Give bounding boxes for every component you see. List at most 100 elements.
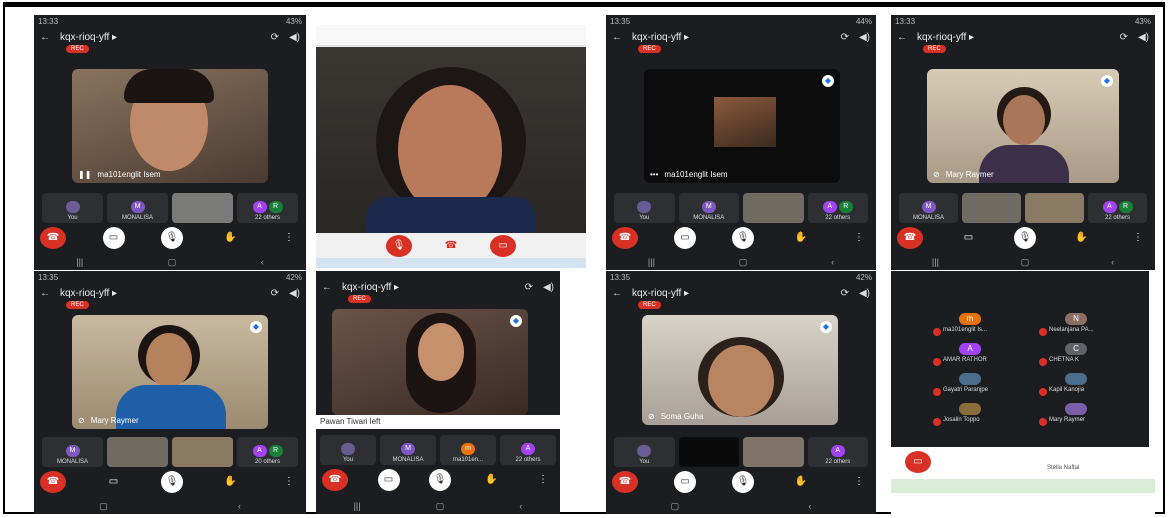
raise-hand-button[interactable]: ✋ xyxy=(220,471,242,493)
back-icon[interactable]: ‹ xyxy=(831,257,834,267)
thumb-monalisa[interactable]: M MONALISA xyxy=(42,437,103,467)
camera-off-button[interactable]: ▭ xyxy=(377,469,400,491)
thumb-monalisa[interactable]: M MONALISA xyxy=(380,435,436,465)
thumb-others[interactable]: A R 22 others xyxy=(807,193,868,223)
back-arrow-icon[interactable]: ← xyxy=(40,32,50,43)
mic-off-button[interactable]: 🎙 xyxy=(732,227,754,249)
camera-off-button[interactable]: ▭ xyxy=(674,471,696,493)
meeting-code[interactable]: kqx-rioq-yff ▸ xyxy=(917,32,1110,43)
recents-icon[interactable]: ||| xyxy=(354,501,361,511)
back-arrow-icon[interactable]: ← xyxy=(612,288,622,299)
pin-icon[interactable]: ◆ xyxy=(820,321,832,333)
meeting-code[interactable]: kqx-rioq-yff ▸ xyxy=(60,288,261,299)
switch-camera-icon[interactable]: ⟳ xyxy=(525,282,533,293)
end-call-button[interactable]: ☎ xyxy=(612,471,638,493)
speaker-icon[interactable]: ◀) xyxy=(289,32,300,43)
raise-hand-button[interactable]: ✋ xyxy=(1071,227,1093,249)
participant-tile[interactable]: Mary Raymer xyxy=(1035,403,1135,431)
mic-off-button[interactable]: 🎙 xyxy=(386,235,412,257)
home-icon[interactable]: ▢ xyxy=(1021,257,1030,268)
thumb-video[interactable] xyxy=(172,193,233,223)
meeting-code[interactable]: kqx-rioq-yff ▸ xyxy=(632,32,831,43)
main-video[interactable] xyxy=(316,47,586,233)
thumb-video[interactable] xyxy=(172,437,233,467)
home-icon[interactable]: ▢ xyxy=(671,501,680,512)
meeting-code[interactable]: kqx-rioq-yff ▸ xyxy=(342,282,515,293)
participant-tile[interactable]: C CHETNA K xyxy=(1035,343,1135,371)
end-call-button[interactable]: ☎ xyxy=(440,235,462,257)
main-video[interactable]: ◆ ⊘ Mary Raymer xyxy=(927,69,1119,183)
thumb-video[interactable] xyxy=(743,193,804,223)
raise-hand-button[interactable]: ✋ xyxy=(790,227,812,249)
home-icon[interactable]: ▢ xyxy=(436,501,445,512)
raise-hand-button[interactable]: ✋ xyxy=(790,471,812,493)
thumb-video[interactable] xyxy=(1025,193,1084,223)
participant-tile[interactable]: N Neelanjana PA... xyxy=(1035,313,1135,341)
end-call-button[interactable]: ☎ xyxy=(897,227,923,249)
switch-camera-icon[interactable]: ⟳ xyxy=(1120,32,1128,43)
back-arrow-icon[interactable]: ← xyxy=(897,32,907,43)
speaker-icon[interactable]: ◀) xyxy=(543,282,554,293)
thumb-video[interactable] xyxy=(962,193,1021,223)
thumb-video[interactable] xyxy=(743,437,804,467)
thumb-monalisa[interactable]: M MONALISA xyxy=(899,193,958,223)
back-arrow-icon[interactable]: ← xyxy=(612,32,622,43)
mic-off-button[interactable]: 🎙 xyxy=(429,469,451,491)
thumb-video[interactable] xyxy=(107,437,168,467)
mic-off-button[interactable]: 🎙 xyxy=(1014,227,1036,249)
back-arrow-icon[interactable]: ← xyxy=(322,282,332,293)
camera-button[interactable]: ▭ xyxy=(958,227,980,249)
switch-camera-icon[interactable]: ⟳ xyxy=(271,32,279,43)
thumb-others[interactable]: A R 22 others xyxy=(1088,193,1147,223)
more-options-icon[interactable]: ⋮ xyxy=(532,469,554,491)
thumb-you[interactable]: You xyxy=(614,437,675,467)
pin-icon[interactable]: ◆ xyxy=(1101,75,1113,87)
meeting-code[interactable]: kqx-rioq-yff ▸ xyxy=(60,32,261,43)
main-video[interactable]: ◆ ⊘ Mary Raymer xyxy=(72,315,268,429)
participant-tile[interactable]: Josalin Toppo xyxy=(929,403,1029,431)
home-icon[interactable]: ▢ xyxy=(168,257,177,268)
participant-tile[interactable]: Gayatri Paranjpe xyxy=(929,373,1029,401)
main-video[interactable]: ❚❚ ma101englit Isem xyxy=(72,69,268,183)
recents-icon[interactable]: ||| xyxy=(648,257,655,267)
back-icon[interactable]: ‹ xyxy=(808,501,811,511)
thumb-monalisa[interactable]: M MONALISA xyxy=(107,193,168,223)
pin-icon[interactable]: ◆ xyxy=(250,321,262,333)
speaker-icon[interactable]: ◀) xyxy=(859,288,870,299)
switch-camera-icon[interactable]: ⟳ xyxy=(841,32,849,43)
raise-hand-button[interactable]: ✋ xyxy=(481,469,503,491)
thumb-others[interactable]: A 22 others xyxy=(500,435,556,465)
back-icon[interactable]: ‹ xyxy=(519,501,522,511)
speaker-icon[interactable]: ◀) xyxy=(1138,32,1149,43)
home-icon[interactable]: ▢ xyxy=(739,257,748,268)
thumb-others[interactable]: A R 22 others xyxy=(237,193,298,223)
camera-off-button[interactable]: ▭ xyxy=(490,235,516,257)
thumb-ma101[interactable]: m ma101en... xyxy=(440,435,496,465)
meeting-code[interactable]: kqx-rioq-yff ▸ xyxy=(632,288,831,299)
back-icon[interactable]: ‹ xyxy=(1111,257,1114,267)
mic-off-button[interactable]: 🎙 xyxy=(732,471,754,493)
more-options-icon[interactable]: ⋮ xyxy=(848,471,870,493)
thumb-video[interactable] xyxy=(678,437,739,467)
end-call-button[interactable]: ☎ xyxy=(40,227,66,249)
camera-off-button[interactable]: ▭ xyxy=(905,451,931,473)
speaker-icon[interactable]: ◀) xyxy=(859,32,870,43)
thumb-monalisa[interactable]: M MONALISA xyxy=(678,193,739,223)
thumb-you[interactable]: You xyxy=(320,435,376,465)
raise-hand-button[interactable]: ✋ xyxy=(220,227,242,249)
end-call-button[interactable]: ☎ xyxy=(322,469,348,491)
main-video[interactable]: ◆ ••• ma101englit Isem xyxy=(644,69,840,183)
more-options-icon[interactable]: ⋮ xyxy=(278,227,300,249)
participant-tile[interactable]: A AMAR RATHOR xyxy=(929,343,1029,371)
thumb-others[interactable]: A R 20 others xyxy=(237,437,298,467)
main-video[interactable]: ◆ ⊘ Soma Guha xyxy=(642,315,838,425)
pin-icon[interactable]: ◆ xyxy=(510,315,522,327)
switch-camera-icon[interactable]: ⟳ xyxy=(841,288,849,299)
participant-tile[interactable]: Kapil Kanojia xyxy=(1035,373,1135,401)
camera-off-button[interactable]: ▭ xyxy=(674,227,696,249)
more-options-icon[interactable]: ⋮ xyxy=(1127,227,1149,249)
camera-button[interactable]: ▭ xyxy=(103,471,125,493)
end-call-button[interactable]: ☎ xyxy=(612,227,638,249)
thumb-others[interactable]: A 22 others xyxy=(807,437,868,467)
recents-icon[interactable]: ||| xyxy=(932,257,939,267)
